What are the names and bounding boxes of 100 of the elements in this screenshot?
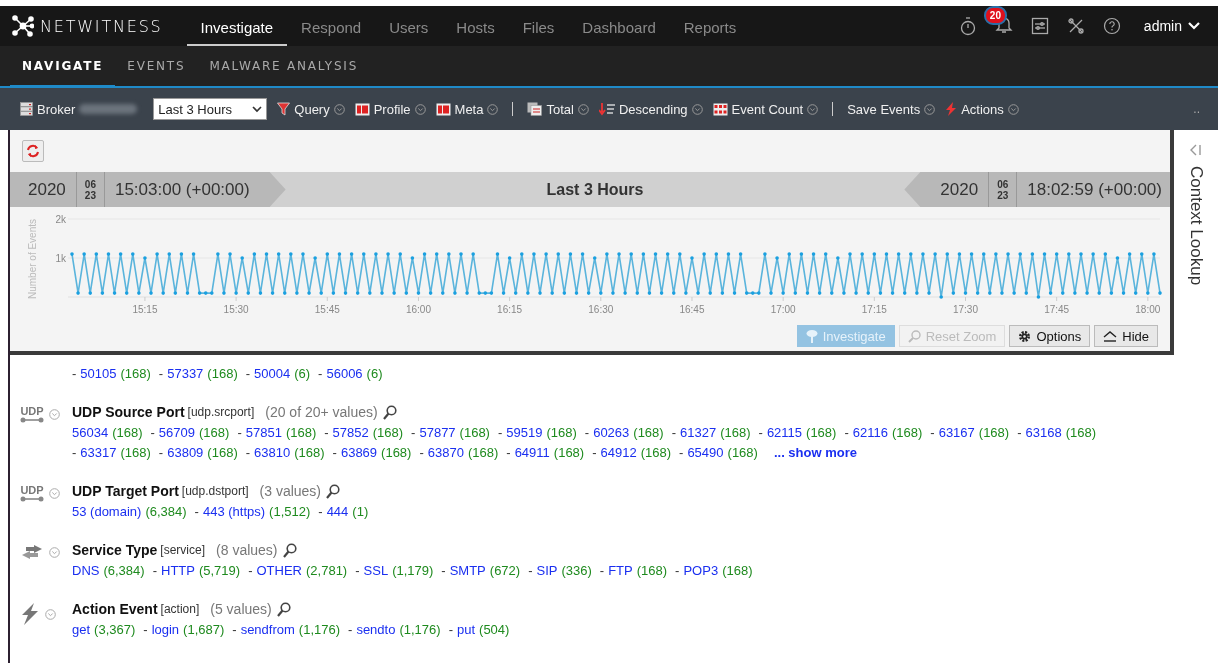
data-point xyxy=(368,291,372,295)
data-point xyxy=(410,256,415,260)
nav-tab[interactable]: Files xyxy=(508,8,569,47)
meta-value-link[interactable]: 50004 xyxy=(254,365,291,382)
data-point xyxy=(1158,291,1162,295)
start-time-marker[interactable]: 2020 06 23 15:03:00 (+00:00) xyxy=(10,172,286,207)
meta-value-link[interactable]: 63809 xyxy=(167,444,204,461)
meta-value-link[interactable]: FTP xyxy=(608,562,633,579)
data-point xyxy=(623,291,627,295)
tools-icon[interactable] xyxy=(1066,17,1085,35)
meta-value-link[interactable]: SMTP xyxy=(449,562,486,579)
meta-value-link[interactable]: HTTP xyxy=(161,562,195,579)
meta-value-link[interactable]: 63870 xyxy=(427,444,464,461)
data-point xyxy=(185,291,190,295)
meta-value-link[interactable]: 63869 xyxy=(340,444,378,461)
end-time-marker[interactable]: 2020 06 23 18:02:59 (+00:00) xyxy=(904,172,1170,207)
meta-value-link[interactable]: SSL xyxy=(363,562,389,579)
brand-logo[interactable]: NETWITNESS xyxy=(12,15,163,37)
expand-left-icon[interactable] xyxy=(1189,144,1203,156)
meta-value-link[interactable]: 57337 xyxy=(167,365,204,382)
meta-value-link[interactable]: login xyxy=(151,621,180,638)
meta-value-link[interactable]: 56034 xyxy=(72,424,109,441)
search-icon[interactable] xyxy=(382,404,397,420)
meta-value-link[interactable]: 63317 xyxy=(80,444,117,461)
time-range-select[interactable]: Last 3 Hours xyxy=(153,98,268,120)
sub-nav-tab[interactable]: EVENTS xyxy=(115,46,198,88)
meta-value-link[interactable]: sendto xyxy=(356,621,396,638)
sort-descending-icon xyxy=(598,102,615,116)
toolbar-menu[interactable]: Meta xyxy=(435,101,499,117)
search-icon[interactable] xyxy=(326,483,341,499)
separator-dash: - xyxy=(158,444,164,461)
meta-value-link[interactable]: 444 xyxy=(326,503,349,520)
sub-nav-tab[interactable]: MALWARE ANALYSIS xyxy=(197,46,371,88)
data-point xyxy=(690,256,694,260)
meta-value-link[interactable]: OTHER xyxy=(256,562,302,579)
toolbar-menu[interactable]: Broker xyxy=(20,101,138,117)
meta-value-count: (168) xyxy=(120,365,151,382)
sliders-icon[interactable] xyxy=(1030,17,1049,35)
meta-value-link[interactable]: 57851 xyxy=(245,424,282,441)
data-point xyxy=(617,252,621,256)
data-point xyxy=(890,291,895,295)
refresh-button[interactable] xyxy=(22,140,44,162)
meta-value-link[interactable]: 57852 xyxy=(332,424,369,441)
meta-value-count: (6,384) xyxy=(145,503,187,520)
meta-value-link[interactable]: 60263 xyxy=(593,424,630,441)
nav-tab[interactable]: Dashboard xyxy=(568,8,670,47)
eye-pin-icon xyxy=(805,329,818,343)
data-point xyxy=(975,291,980,295)
toolbar-menu[interactable]: Profile xyxy=(354,101,426,117)
meta-value-link[interactable]: 62115 xyxy=(766,424,803,441)
month-text: 06 xyxy=(997,178,1009,190)
show-more-link[interactable]: ... show more xyxy=(773,444,857,461)
nav-tab[interactable]: Respond xyxy=(287,8,376,47)
meta-value-link[interactable]: 50105 xyxy=(80,365,117,382)
toolbar-menu[interactable]: Actions xyxy=(945,101,1019,117)
toolbar-menu[interactable]: Event Count xyxy=(712,101,819,117)
meta-value-link[interactable]: 53 (domain) xyxy=(72,503,142,520)
meta-value-link[interactable]: 63168 xyxy=(1025,424,1062,441)
data-point xyxy=(933,252,937,256)
chart-button[interactable]: Options xyxy=(1009,325,1091,347)
user-menu[interactable]: admin xyxy=(1137,17,1206,35)
data-point xyxy=(216,252,220,256)
separator-dash: - xyxy=(1017,424,1022,441)
search-icon[interactable] xyxy=(276,601,291,617)
stopwatch-icon[interactable] xyxy=(958,16,977,36)
chart-button[interactable]: Hide xyxy=(1094,325,1158,347)
toolbar-menu[interactable]: Save Events xyxy=(847,101,936,117)
meta-value-link[interactable]: 61327 xyxy=(680,424,717,441)
nav-tab[interactable]: Users xyxy=(375,8,443,47)
meta-value-link[interactable]: 64912 xyxy=(600,444,637,461)
meta-value-link[interactable]: SIP xyxy=(536,562,558,579)
meta-value-link[interactable]: 62116 xyxy=(852,424,888,441)
nav-tab[interactable]: Hosts xyxy=(442,8,509,47)
help-icon[interactable] xyxy=(1102,17,1121,35)
meta-value-link[interactable]: 65490 xyxy=(687,444,724,461)
data-point xyxy=(714,252,719,256)
meta-value-link[interactable]: sendfrom xyxy=(240,621,295,638)
search-icon[interactable] xyxy=(282,542,297,558)
meta-value-link[interactable]: 443 (https) xyxy=(202,503,266,520)
data-point xyxy=(811,252,816,256)
meta-key-title: UDP Source Port xyxy=(72,404,185,420)
meta-value-link[interactable]: 57877 xyxy=(419,424,456,441)
meta-value-link[interactable]: 56709 xyxy=(158,424,195,441)
data-point xyxy=(1024,291,1029,295)
meta-value-link[interactable]: 63810 xyxy=(254,444,291,461)
meta-value-link[interactable]: POP3 xyxy=(683,562,719,579)
separator-dash: - xyxy=(348,621,353,638)
data-point xyxy=(118,252,123,256)
nav-tab[interactable]: Reports xyxy=(669,8,751,47)
toolbar-menu[interactable]: Query xyxy=(277,101,345,117)
meta-value-link[interactable]: 63167 xyxy=(938,424,975,441)
meta-value-link[interactable]: DNS xyxy=(72,562,100,579)
meta-value-link[interactable]: put xyxy=(457,621,476,638)
toolbar-menu[interactable]: Total xyxy=(527,101,589,117)
meta-value-link[interactable]: 56006 xyxy=(326,365,363,382)
meta-value-link[interactable]: 59519 xyxy=(506,424,543,441)
meta-value-link[interactable]: get xyxy=(72,621,91,638)
overflow-menu[interactable]: .. xyxy=(1187,101,1206,117)
toolbar-menu[interactable]: Descending xyxy=(598,101,703,117)
meta-value-link[interactable]: 64911 xyxy=(514,444,550,461)
